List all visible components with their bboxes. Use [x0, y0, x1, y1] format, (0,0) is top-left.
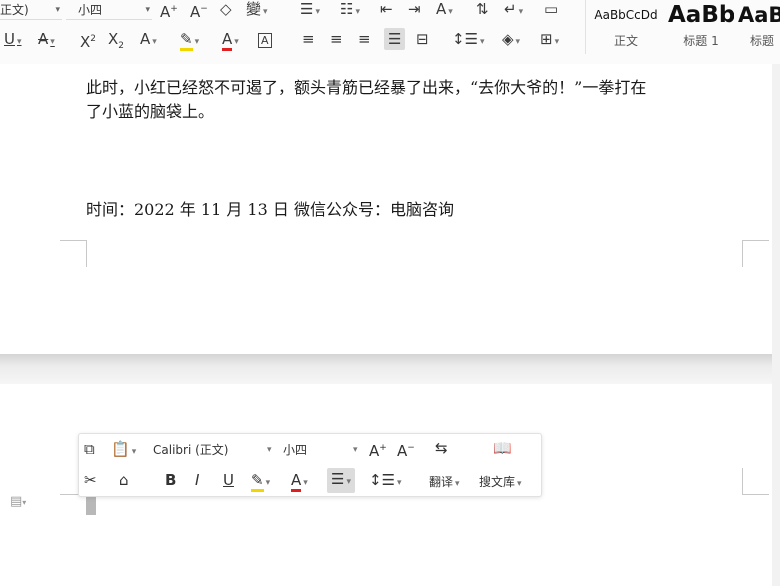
- font-color-icon[interactable]: A ▾: [222, 30, 239, 51]
- font-name-value: 正文): [0, 3, 29, 17]
- subscript-icon[interactable]: X2: [108, 30, 124, 55]
- grow-font-icon[interactable]: A+: [160, 0, 178, 21]
- style-heading[interactable]: AaB 标题: [738, 0, 780, 49]
- floating-mini-toolbar: ⧉ 📋 ▾ Calibri (正文) ▾ 小四 ▾ A+ A− ⇆ 📖 ✂ ⌂ B…: [78, 433, 542, 497]
- margin-corner-mark: [742, 468, 769, 495]
- format-painter-icon[interactable]: ⌂: [119, 470, 129, 490]
- page-gap: [0, 354, 780, 384]
- shrink-font-icon[interactable]: A−: [190, 0, 208, 21]
- translate-label: 翻译: [429, 475, 454, 489]
- align-icon[interactable]: ☰ ▾: [327, 468, 355, 493]
- char-border-icon[interactable]: A: [258, 30, 272, 50]
- translate-icon[interactable]: ⇆: [435, 438, 448, 458]
- align-right-icon[interactable]: ≡: [358, 30, 371, 48]
- paragraph-marker-icon[interactable]: ▤▾: [10, 494, 26, 509]
- line-spacing-icon[interactable]: ↕☰ ▾: [369, 470, 402, 493]
- mini-font-size-value: 小四: [283, 443, 308, 457]
- ribbon-toolbar: 正文) ▾ 小四 ▾ A+ A− ◇ 變 ▾ ☰ ▾ ☷ ▾ ⇤ ⇥ A ▾ ⇅ ↵ ▾ …: [0, 0, 780, 65]
- decrease-indent-icon[interactable]: ⇤: [380, 0, 393, 18]
- highlight-icon[interactable]: ✎ ▾: [180, 30, 199, 51]
- highlight-icon[interactable]: ✎ ▾: [251, 470, 270, 493]
- numbered-list-icon[interactable]: ☷ ▾: [340, 0, 360, 21]
- style-preview: AaBb: [668, 2, 734, 28]
- borders-icon[interactable]: ⊞ ▾: [540, 30, 559, 51]
- search-library-button[interactable]: 搜文库 ▾: [479, 474, 522, 492]
- chevron-down-icon: ▾: [55, 5, 60, 15]
- italic-icon[interactable]: I: [195, 470, 199, 490]
- increase-indent-icon[interactable]: ⇥: [408, 0, 421, 18]
- shading-icon[interactable]: ◈ ▾: [502, 30, 520, 51]
- justify-icon[interactable]: ☰: [384, 28, 406, 50]
- translate-button[interactable]: 翻译 ▾: [429, 474, 460, 492]
- vertical-scrollbar[interactable]: [772, 64, 780, 586]
- chevron-down-icon: ▾: [145, 5, 150, 15]
- document-page-1[interactable]: 此时，小红已经怒不可遏了，额头青筋已经暴了出来，“去你大爷的！”一拳打在 了小蓝…: [0, 64, 773, 354]
- chevron-down-icon: ▾: [267, 445, 272, 455]
- align-center-icon[interactable]: ≡: [330, 30, 343, 48]
- mini-font-size[interactable]: 小四 ▾: [283, 442, 359, 458]
- shrink-font-icon[interactable]: A−: [397, 438, 415, 461]
- cut-icon[interactable]: ✂: [84, 470, 97, 490]
- paragraph-line-2[interactable]: 了小蓝的脑袋上。: [86, 100, 214, 124]
- mini-font-name[interactable]: Calibri (正文) ▾: [153, 442, 275, 458]
- line-spacing-icon[interactable]: ↕☰ ▾: [452, 30, 485, 51]
- style-normal[interactable]: AaBbCcDd 正文: [588, 4, 664, 49]
- text-effect-icon[interactable]: A ▾: [140, 30, 157, 51]
- grow-font-icon[interactable]: A+: [369, 438, 387, 461]
- show-hide-icon[interactable]: ↵ ▾: [504, 0, 523, 21]
- clear-format-icon[interactable]: ◇: [220, 0, 232, 18]
- style-name: 标题 1: [683, 34, 719, 48]
- paragraph-line-1[interactable]: 此时，小红已经怒不可遏了，额头青筋已经暴了出来，“去你大爷的！”一拳打在: [86, 76, 646, 100]
- underline-icon[interactable]: U ▾: [4, 30, 22, 51]
- style-preview: AaB: [738, 3, 780, 27]
- font-name-combo[interactable]: 正文) ▾: [0, 1, 62, 20]
- ruler-icon[interactable]: ▭: [544, 0, 558, 18]
- bold-icon[interactable]: B: [165, 470, 176, 490]
- chevron-down-icon: ▾: [353, 445, 358, 455]
- bullet-list-icon[interactable]: ☰ ▾: [300, 0, 320, 21]
- style-preview: AaBbCcDd: [594, 8, 658, 22]
- superscript-icon[interactable]: X2: [80, 30, 96, 51]
- copy-icon[interactable]: ⧉: [84, 439, 95, 459]
- phonetic-guide-icon[interactable]: 變 ▾: [246, 0, 268, 21]
- mini-font-name-value: Calibri (正文): [153, 443, 229, 457]
- margin-corner-mark: [742, 240, 769, 267]
- distributed-align-icon[interactable]: ⊟: [416, 30, 429, 48]
- align-left-icon[interactable]: ≡: [302, 30, 315, 48]
- style-heading1[interactable]: AaBb 标题 1: [668, 0, 734, 49]
- sort-icon[interactable]: ⇅: [476, 0, 489, 18]
- strikethrough-icon[interactable]: A ▾: [38, 30, 55, 51]
- text-cursor: [86, 496, 96, 515]
- search-library-icon[interactable]: 📖: [493, 438, 512, 458]
- search-library-label: 搜文库: [479, 475, 516, 489]
- footer-line[interactable]: 时间：2022 年 11 月 13 日 微信公众号：电脑咨询: [86, 198, 454, 222]
- chinese-layout-icon[interactable]: A ▾: [436, 0, 453, 21]
- font-size-combo[interactable]: 小四 ▾: [66, 1, 152, 20]
- underline-icon[interactable]: U: [223, 470, 234, 490]
- styles-gallery: AaBbCcDd 正文 AaBb 标题 1 AaB 标题: [585, 0, 780, 54]
- font-size-value: 小四: [78, 3, 103, 17]
- font-color-icon[interactable]: A ▾: [291, 470, 308, 493]
- style-name: 正文: [613, 34, 638, 48]
- paste-icon[interactable]: 📋 ▾: [111, 439, 136, 462]
- margin-corner-mark: [60, 240, 87, 267]
- style-name: 标题: [750, 34, 775, 48]
